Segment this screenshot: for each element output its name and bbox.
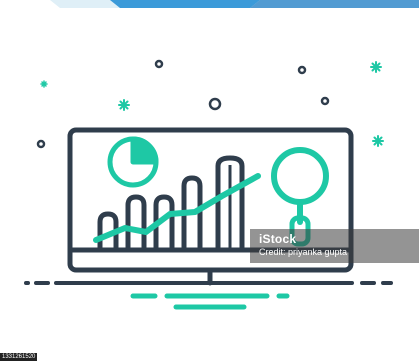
decorative-dots <box>36 59 330 149</box>
monitor-stand-icon <box>130 293 290 310</box>
stock-image: iStock Credit: priyanka gupta 1331261520 <box>0 0 419 361</box>
image-id-label: 1331261520 <box>0 353 38 361</box>
pie-chart-icon <box>107 136 159 188</box>
watermark: iStock Credit: priyanka gupta <box>250 229 419 263</box>
trend-line-icon <box>93 173 261 243</box>
bar-chart-icon <box>97 155 245 248</box>
sparkle-icons <box>40 61 384 147</box>
watermark-brand: iStock <box>259 232 297 246</box>
monitor-analytics-icon <box>24 59 393 310</box>
watermark-credit: Credit: priyanka gupta <box>259 247 348 257</box>
